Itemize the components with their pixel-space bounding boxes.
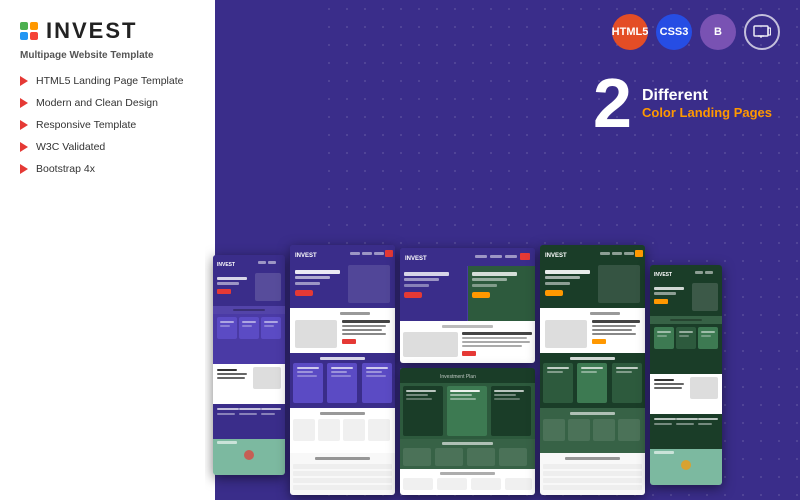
screenshots-area: INVEST	[205, 135, 800, 500]
svg-text:INVEST: INVEST	[217, 262, 235, 268]
mock-site-purple-large-top: INVEST	[400, 248, 535, 363]
feature-list: HTML5 Landing Page Template Modern and C…	[20, 75, 195, 175]
html5-badge: HTML5	[612, 14, 648, 50]
highlight-line1: Different	[642, 87, 772, 105]
mock-site-purple-medium: INVEST	[290, 245, 395, 495]
screen-col-1: INVEST	[213, 255, 285, 480]
tech-badges-area: HTML5 CSS3 B	[612, 14, 780, 50]
bootstrap-badge: B	[700, 14, 736, 50]
logo-dot-green	[20, 22, 28, 30]
arrow-icon-4	[20, 142, 28, 152]
screen-col-2: INVEST	[290, 245, 395, 500]
screen-col-5: INVEST	[650, 265, 722, 490]
logo-dot-orange	[30, 22, 38, 30]
feature-item-5: Bootstrap 4x	[20, 163, 195, 175]
mock-site-green-large-bottom: Investment Plan	[400, 368, 535, 495]
highlight-line2: Color Landing Pages	[642, 105, 772, 120]
highlight-number: 2	[593, 68, 632, 138]
mock-site-green-small: INVEST	[650, 265, 722, 485]
arrow-icon-5	[20, 164, 28, 174]
responsive-icon	[753, 23, 771, 41]
feature-item-4: W3C Validated	[20, 141, 195, 153]
arrow-icon-3	[20, 120, 28, 130]
svg-text:INVEST: INVEST	[545, 253, 567, 259]
mock-site-tablet: INVEST	[213, 255, 285, 475]
highlight-text-block: Different Color Landing Pages	[642, 87, 772, 120]
mock-site-green-medium: INVEST	[540, 245, 645, 495]
svg-text:INVEST: INVEST	[405, 256, 427, 262]
svg-text:INVEST: INVEST	[654, 272, 672, 278]
logo-dot-red	[30, 32, 38, 40]
arrow-icon-1	[20, 76, 28, 86]
logo-text: INVEST	[46, 18, 137, 44]
arrow-icon-2	[20, 98, 28, 108]
highlight-section: 2 Different Color Landing Pages	[593, 68, 772, 138]
feature-item-2: Modern and Clean Design	[20, 97, 195, 109]
logo-area: INVEST	[20, 18, 195, 44]
svg-text:Investment Plan: Investment Plan	[440, 374, 476, 380]
screens-inner: INVEST	[205, 135, 800, 500]
css3-badge: CSS3	[656, 14, 692, 50]
feature-item-3: Responsive Template	[20, 119, 195, 131]
feature-item-1: HTML5 Landing Page Template	[20, 75, 195, 87]
screen-col-4: INVEST	[540, 245, 645, 500]
svg-text:INVEST: INVEST	[295, 253, 317, 259]
screen-col-3: INVEST	[400, 248, 535, 500]
responsive-badge	[744, 14, 780, 50]
left-panel: INVEST Multipage Website Template HTML5 …	[0, 0, 215, 500]
subtitle-text: Multipage Website Template	[20, 50, 195, 61]
logo-icon	[20, 22, 38, 40]
logo-dot-blue	[20, 32, 28, 40]
